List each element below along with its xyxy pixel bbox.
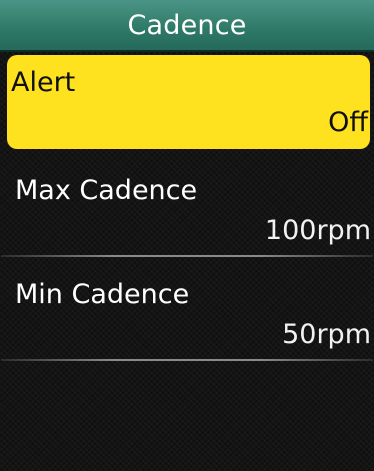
max-cadence-setting[interactable]: Max Cadence 100rpm <box>1 161 373 257</box>
divider <box>1 255 373 257</box>
alert-label: Alert <box>11 67 76 98</box>
divider <box>1 359 373 361</box>
max-cadence-value: 100rpm <box>264 215 371 246</box>
alert-value: Off <box>328 107 368 138</box>
max-cadence-label: Max Cadence <box>15 175 198 206</box>
page-title: Cadence <box>127 9 247 41</box>
cadence-screen: Cadence Alert Off Max Cadence 100rpm Min… <box>0 0 374 471</box>
title-bar: Cadence <box>0 0 374 52</box>
min-cadence-setting[interactable]: Min Cadence 50rpm <box>1 265 373 361</box>
min-cadence-value: 50rpm <box>282 319 371 350</box>
settings-menu: Alert Off Max Cadence 100rpm Min Cadence… <box>0 55 374 361</box>
alert-setting[interactable]: Alert Off <box>7 55 370 149</box>
min-cadence-label: Min Cadence <box>15 279 190 310</box>
